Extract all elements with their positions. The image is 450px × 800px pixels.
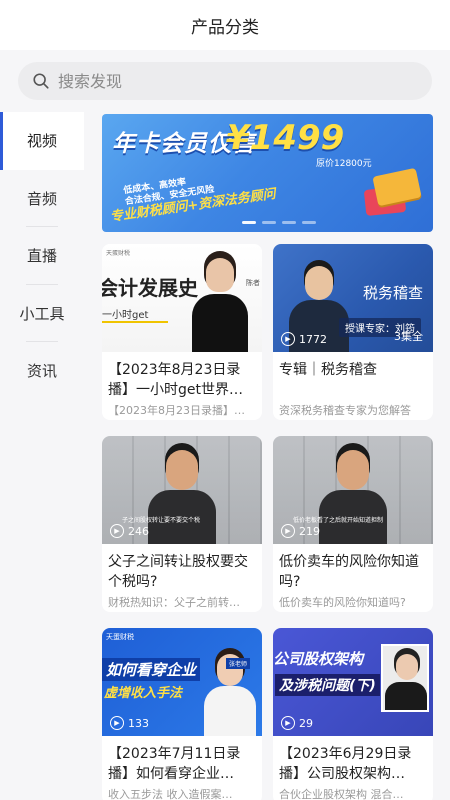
sidebar-item-label: 直播: [26, 247, 57, 266]
promo-banner[interactable]: 年卡会员仅售 ¥1499 原价12800元 低成本、高效率 合法合规、安全无风险…: [102, 114, 433, 232]
view-count: ▶ 219: [281, 524, 320, 538]
search-area: [0, 50, 450, 112]
sidebar-item-news[interactable]: 资讯: [0, 342, 84, 400]
sidebar-item-live[interactable]: 直播: [0, 227, 84, 285]
search-input[interactable]: [58, 71, 398, 91]
video-thumbnail: 天蛋财税 会计发展史 一小时get 陈者: [102, 244, 262, 352]
sidebar-item-label: 音频: [26, 189, 57, 208]
play-icon: ▶: [281, 524, 295, 538]
carousel-dot[interactable]: [302, 221, 316, 224]
video-thumbnail: 税务稽查 授课专家：刘筠 ▶ 1772 3集全: [273, 244, 433, 352]
video-thumbnail: 天蛋财税 如何看穿企业 虚增收入手法 张老师 ▶ 133: [102, 628, 262, 736]
card-title: 低价卖车的风险你知道吗?: [279, 554, 419, 590]
thumbnail-caption: 子之间股权转让要不要交个税: [122, 517, 201, 524]
thumbnail-subtitle: 虚增收入手法: [104, 686, 183, 701]
video-card[interactable]: 公司股权架构 及涉税问题(下) ▶ 29 【2023年6月29日录播】公司股权架构…: [273, 628, 433, 800]
banner-original-price: 原价12800元: [316, 159, 372, 169]
video-card[interactable]: 低价老板看了之后就开始知道担制 ▶ 219 低价卖车的风险你知道吗? 低价卖车的风…: [273, 436, 433, 612]
search-bar[interactable]: [18, 62, 432, 100]
video-thumbnail: 公司股权架构 及涉税问题(下) ▶ 29: [273, 628, 433, 736]
view-count: ▶ 246: [110, 524, 149, 538]
thumbnail-subtitle: 及涉税问题(下): [275, 674, 380, 696]
play-icon: ▶: [110, 524, 124, 538]
video-card[interactable]: 税务稽查 授课专家：刘筠 ▶ 1772 3集全 专辑｜税务稽查 资深税务稽查专家为…: [273, 244, 433, 420]
presenter-image: [381, 644, 429, 712]
search-icon: [33, 73, 49, 89]
view-count: ▶ 1772: [281, 332, 327, 346]
thumbnail-caption: 低价老板看了之后就开始知道担制: [293, 517, 384, 524]
card-subtitle: 资深税务稽查专家为您解答: [279, 404, 411, 417]
page-header: 产品分类: [0, 0, 450, 50]
thumbnail-title: 如何看穿企业: [102, 658, 201, 681]
sidebar-item-tools[interactable]: 小工具: [0, 285, 84, 342]
sidebar-item-label: 视频: [26, 132, 57, 151]
video-card[interactable]: 天蛋财税 如何看穿企业 虚增收入手法 张老师 ▶ 133 【2023年7月11日录…: [102, 628, 262, 800]
card-subtitle: 低价卖车的风险你知道吗?: [279, 596, 406, 609]
thumbnail-name-tag: 张老师: [225, 658, 250, 669]
card-title: 【2023年6月29日录播】公司股权架构…: [279, 746, 412, 782]
thumbnail-subtitle: 一小时get: [102, 306, 169, 323]
thumbnail-title: 公司股权架构: [273, 650, 364, 668]
presenter-image: [188, 258, 250, 352]
carousel-indicator: [242, 221, 316, 224]
thumbnail-title: 税务稽查: [362, 284, 423, 302]
play-icon: ▶: [110, 716, 124, 730]
carousel-dot[interactable]: [262, 221, 276, 224]
thumbnail-title: 会计发展史: [102, 276, 198, 300]
card-title: 【2023年7月11日录播】如何看穿企业…: [108, 746, 241, 782]
play-icon: ▶: [281, 332, 295, 346]
view-count: ▶ 133: [110, 716, 149, 730]
card-subtitle: 合伙企业股权架构 混合…: [279, 788, 404, 800]
banner-price: ¥1499: [226, 118, 345, 158]
video-card[interactable]: 子之间股权转让要不要交个税 ▶ 246 父子之间转让股权要交个税吗? 财税热知识：…: [102, 436, 262, 612]
card-title: 父子之间转让股权要交个税吗?: [108, 554, 248, 590]
card-title: 【2023年8月23日录播】一小时get世界…: [108, 362, 243, 398]
presenter-image: [317, 444, 389, 544]
card-title: 专辑｜税务稽查: [279, 362, 377, 378]
sidebar-item-label: 小工具: [19, 304, 65, 323]
brand-logo: 天蛋财税: [106, 250, 131, 257]
card-subtitle: 财税热知识：父子之前转…: [108, 596, 240, 609]
category-sidebar: 视频 音频 直播 小工具 资讯: [0, 112, 84, 800]
presenter-image: [146, 444, 218, 544]
carousel-dot[interactable]: [242, 221, 256, 224]
card-subtitle: 【2023年8月23日录播】…: [108, 404, 245, 417]
content-panel: 年卡会员仅售 ¥1499 原价12800元 低成本、高效率 合法合规、安全无风险…: [84, 112, 450, 800]
sidebar-item-video[interactable]: 视频: [0, 112, 84, 170]
page-title: 产品分类: [191, 17, 259, 38]
sidebar-item-label: 资讯: [26, 362, 57, 381]
brand-logo: 天蛋财税: [106, 633, 134, 641]
sidebar-item-audio[interactable]: 音频: [0, 170, 84, 227]
credit-card-graphic: [372, 167, 422, 207]
carousel-dot[interactable]: [282, 221, 296, 224]
card-subtitle: 收入五步法 收入造假案…: [108, 788, 233, 800]
video-card[interactable]: 天蛋财税 会计发展史 一小时get 陈者 【2023年8月23日录播】一小时ge…: [102, 244, 262, 420]
video-thumbnail: 子之间股权转让要不要交个税 ▶ 246: [102, 436, 262, 544]
video-thumbnail: 低价老板看了之后就开始知道担制 ▶ 219: [273, 436, 433, 544]
episode-count: 3集全: [394, 330, 423, 343]
view-count: ▶ 29: [281, 716, 313, 730]
play-icon: ▶: [281, 716, 295, 730]
